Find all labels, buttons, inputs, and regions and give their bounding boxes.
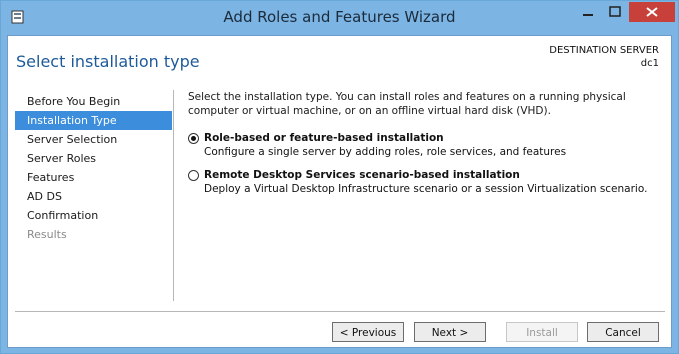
next-button[interactable]: Next > — [414, 322, 486, 342]
option-remote-desktop[interactable]: Remote Desktop Services scenario-based i… — [188, 169, 658, 201]
install-button: Install — [506, 322, 578, 342]
nav-item-before-you-begin[interactable]: Before You Begin — [15, 92, 172, 111]
nav-divider — [173, 90, 174, 301]
remote-desktop-description: Deploy a Virtual Desktop Infrastructure … — [204, 183, 648, 195]
remote-desktop-title: Remote Desktop Services scenario-based i… — [204, 169, 520, 181]
maximize-icon — [609, 6, 621, 17]
wizard-nav: Before You Begin Installation Type Serve… — [15, 92, 172, 244]
installation-type-description: Select the installation type. You can in… — [188, 91, 626, 117]
footer-divider — [15, 311, 665, 312]
maximize-button[interactable] — [602, 2, 628, 22]
close-button[interactable] — [629, 2, 675, 22]
destination-server-label: DESTINATION SERVER — [549, 45, 659, 56]
nav-item-installation-type[interactable]: Installation Type — [15, 111, 172, 130]
wizard-body: Select installation type DESTINATION SER… — [7, 35, 672, 348]
role-based-description: Configure a single server by adding role… — [204, 146, 567, 158]
nav-item-results: Results — [27, 228, 67, 241]
minimize-button[interactable] — [575, 2, 601, 22]
title-bar[interactable]: Add Roles and Features Wizard — [1, 1, 678, 35]
previous-button[interactable]: < Previous — [332, 322, 404, 342]
nav-item-features[interactable]: Features — [15, 168, 172, 187]
cancel-button[interactable]: Cancel — [587, 322, 659, 342]
role-based-title: Role-based or feature-based installation — [204, 132, 444, 144]
nav-item-server-selection[interactable]: Server Selection — [15, 130, 172, 149]
nav-item-server-roles[interactable]: Server Roles — [15, 149, 172, 168]
wizard-window: Add Roles and Features Wizard Select ins… — [0, 0, 679, 354]
role-based-radio[interactable] — [188, 133, 199, 144]
content-panel: Select the installation type. You can in… — [188, 90, 658, 201]
nav-item-ad-ds[interactable]: AD DS — [15, 187, 172, 206]
page-title: Select installation type — [16, 52, 200, 71]
remote-desktop-radio[interactable] — [188, 170, 199, 181]
destination-server-name: dc1 — [640, 58, 659, 69]
option-role-based[interactable]: Role-based or feature-based installation… — [188, 132, 658, 164]
nav-item-confirmation[interactable]: Confirmation — [15, 206, 172, 225]
minimize-icon — [583, 14, 593, 16]
close-icon — [646, 7, 658, 17]
